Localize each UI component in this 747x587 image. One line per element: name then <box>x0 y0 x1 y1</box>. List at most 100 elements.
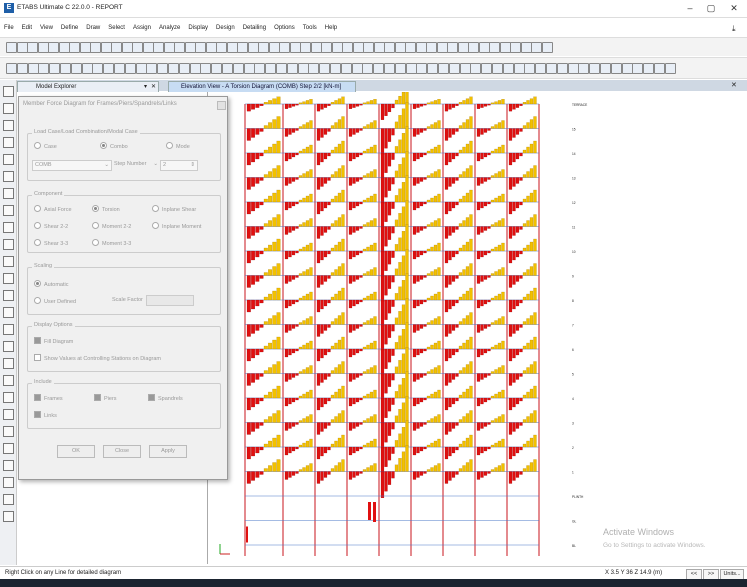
toolbar-icon[interactable] <box>297 63 309 74</box>
menu-analyze[interactable]: Analyze <box>155 22 184 35</box>
draw-tool-icon[interactable] <box>3 511 14 522</box>
toolbar-icon[interactable] <box>168 63 179 74</box>
piers-checkbox[interactable]: Piers <box>94 394 117 402</box>
radio-combo[interactable]: Combo <box>100 142 128 150</box>
toolbar-icon[interactable] <box>49 63 61 74</box>
toolbar-icon[interactable] <box>114 63 125 74</box>
links-checkbox[interactable]: Links <box>34 411 57 419</box>
radio-inplane-moment[interactable]: Inplane Moment <box>152 222 201 230</box>
toolbar-icon[interactable] <box>600 63 611 74</box>
toolbar-icon[interactable] <box>384 42 395 53</box>
radio-automatic[interactable]: Automatic <box>34 280 68 288</box>
draw-tool-icon[interactable] <box>3 205 14 216</box>
draw-tool-icon[interactable] <box>3 392 14 403</box>
toolbar-icon[interactable] <box>330 63 341 74</box>
toolbar-icon[interactable] <box>216 42 227 53</box>
minimize-button[interactable]: – <box>680 2 700 14</box>
draw-tool-icon[interactable] <box>3 86 14 97</box>
step-number-stepper[interactable]: 2 ⇕ <box>160 160 198 171</box>
toolbar-icon[interactable] <box>546 63 557 74</box>
toolbar-icon[interactable] <box>92 63 104 74</box>
toolbar-icon[interactable] <box>352 42 364 53</box>
toolbar-icon[interactable] <box>438 63 449 74</box>
toolbar-icon[interactable] <box>111 42 122 53</box>
toolbar-icon[interactable] <box>457 42 469 53</box>
toolbar-icon[interactable] <box>394 42 406 53</box>
toolbar-icon[interactable] <box>195 42 206 53</box>
radio-axial-force[interactable]: Axial Force <box>34 205 72 213</box>
toolbar-icon[interactable] <box>362 63 374 74</box>
toolbar-icon[interactable] <box>279 42 290 53</box>
toolbar-icon[interactable] <box>470 63 482 74</box>
menu-view[interactable]: View <box>36 22 57 35</box>
toolbar-icon[interactable] <box>556 63 568 74</box>
toolbar-icon[interactable] <box>132 42 143 53</box>
radio-moment-2-2[interactable]: Moment 2-2 <box>92 222 131 230</box>
menu-file[interactable]: File <box>0 22 18 35</box>
toolbar-icon[interactable] <box>427 63 439 74</box>
toolbar-icon[interactable] <box>79 42 91 53</box>
toolbar-icon[interactable] <box>6 42 17 53</box>
toolbar-icon[interactable] <box>342 42 353 53</box>
radio-mode[interactable]: Mode <box>166 142 190 150</box>
torsion-diagram[interactable]: TERRACE 15 14 13 12 11 10 9 8 7 6 5 4 3 2 1 PLINTH GL BL <box>208 88 747 564</box>
close-view-icon[interactable]: ✕ <box>731 81 737 89</box>
toolbar-icon[interactable] <box>184 42 196 53</box>
toolbar-icon[interactable] <box>163 42 175 53</box>
toolbar-icon[interactable] <box>643 63 655 74</box>
toolbar-icon[interactable] <box>142 42 154 53</box>
draw-tool-icon[interactable] <box>3 103 14 114</box>
apply-button[interactable]: Apply <box>149 445 187 458</box>
toolbar-icon[interactable] <box>363 42 374 53</box>
fill-diagram-checkbox[interactable]: Fill Diagram <box>34 337 73 345</box>
toolbar-icon[interactable] <box>205 42 217 53</box>
draw-tool-icon[interactable] <box>3 477 14 488</box>
radio-shear-3-3[interactable]: Shear 3-3 <box>34 239 68 247</box>
toolbar-icon[interactable] <box>621 63 633 74</box>
draw-tool-icon[interactable] <box>3 494 14 505</box>
toolbar-icon[interactable] <box>90 42 101 53</box>
menu-options[interactable]: Options <box>270 22 299 35</box>
toolbar-icon[interactable] <box>426 42 437 53</box>
toolbar-icon[interactable] <box>520 42 532 53</box>
toolbar-icon[interactable] <box>276 63 287 74</box>
toolbar-icon[interactable] <box>243 63 255 74</box>
toolbar-icon[interactable] <box>232 63 244 74</box>
toolbar-icon[interactable] <box>384 63 395 74</box>
toolbar-icon[interactable] <box>502 63 514 74</box>
frames-checkbox[interactable]: Frames <box>34 394 63 402</box>
spandrels-checkbox[interactable]: Spandrels <box>148 394 183 402</box>
toolbar-icon[interactable] <box>531 42 542 53</box>
show-values-checkbox[interactable]: Show Values at Controlling Stations on D… <box>34 354 161 362</box>
toolbar-icon[interactable] <box>237 42 248 53</box>
toolbar-icon[interactable] <box>27 42 38 53</box>
ok-button[interactable]: OK <box>57 445 95 458</box>
radio-inplane-shear[interactable]: Inplane Shear <box>152 205 196 213</box>
draw-tool-icon[interactable] <box>3 120 14 131</box>
draw-tool-icon[interactable] <box>3 188 14 199</box>
toolbar-icon[interactable] <box>124 63 136 74</box>
toolbar-icon[interactable] <box>610 63 622 74</box>
draw-tool-icon[interactable] <box>3 290 14 301</box>
draw-tool-icon[interactable] <box>3 341 14 352</box>
toolbar-icon[interactable] <box>310 42 322 53</box>
toolbar-icon[interactable] <box>308 63 320 74</box>
toolbar-icon[interactable] <box>200 63 212 74</box>
dialog-pin-icon[interactable] <box>217 101 226 110</box>
toolbar-icon[interactable] <box>265 63 277 74</box>
close-icon[interactable]: ✕ <box>151 82 156 92</box>
toolbar-icon[interactable] <box>632 63 644 74</box>
toolbar-icon[interactable] <box>103 63 115 74</box>
combo-select[interactable]: COMB ⌄ <box>32 160 112 171</box>
toolbar-icon[interactable] <box>492 63 503 74</box>
toolbar-icon[interactable] <box>268 42 280 53</box>
draw-tool-icon[interactable] <box>3 239 14 250</box>
draw-tool-icon[interactable] <box>3 426 14 437</box>
toolbar-icon[interactable] <box>405 42 416 53</box>
toolbar-icon[interactable] <box>58 42 70 53</box>
toolbar-icon[interactable] <box>258 42 269 53</box>
toolbar-icon[interactable] <box>300 42 311 53</box>
toolbar-icon[interactable] <box>373 42 385 53</box>
draw-tool-icon[interactable] <box>3 375 14 386</box>
toolbar-icon[interactable] <box>319 63 331 74</box>
